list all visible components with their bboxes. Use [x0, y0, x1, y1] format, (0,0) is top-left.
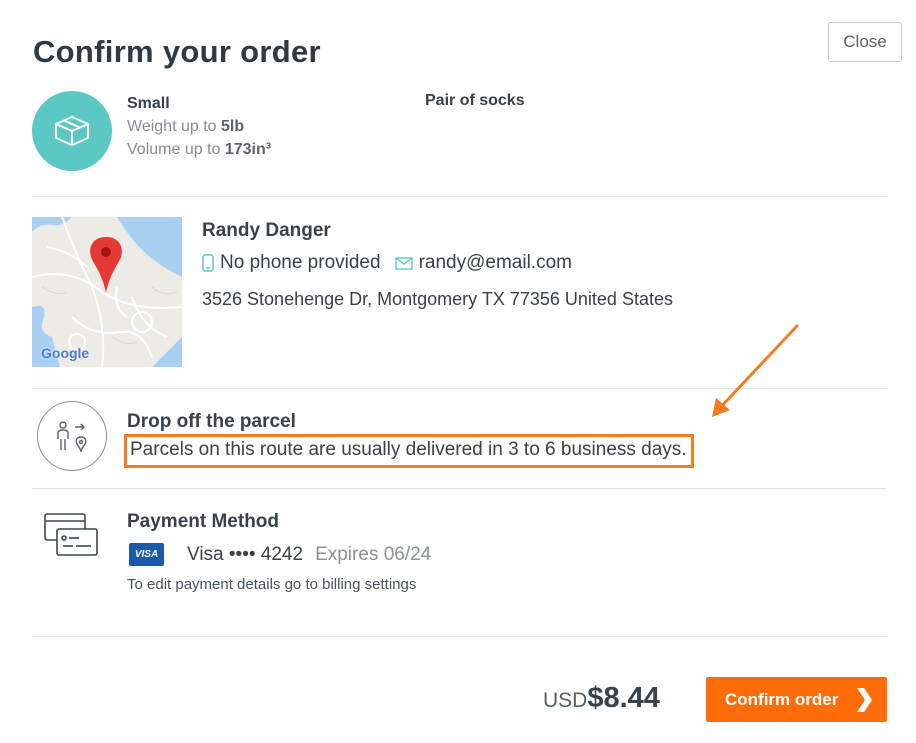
- recipient-contact: No phone provided randy@email.com: [202, 250, 673, 276]
- recipient-name: Randy Danger: [202, 220, 331, 241]
- package-info: Small Weight up to 5lb Volume up to 173i…: [127, 92, 271, 161]
- recipient-phone: No phone provided: [220, 252, 381, 273]
- order-total: USD $8.44: [543, 682, 660, 715]
- map-thumbnail[interactable]: Google: [32, 217, 182, 367]
- divider: [32, 636, 887, 637]
- chevron-right-icon: [857, 688, 872, 712]
- payment-method-title: Payment Method: [127, 511, 280, 532]
- payment-card-row: VISA Visa •••• 4242 Expires 06/24: [129, 543, 431, 566]
- credit-card-icon: [44, 513, 98, 556]
- mail-icon: [394, 256, 413, 270]
- annotation-arrow-icon: [712, 324, 799, 417]
- page-title: Confirm your order: [33, 34, 321, 69]
- delivery-estimate-highlight: Parcels on this route are usually delive…: [124, 434, 694, 468]
- drop-off-icon: [57, 421, 87, 453]
- box-icon: [55, 116, 89, 146]
- package-size: Small: [127, 95, 170, 112]
- card-expiry: Expires 06/24: [315, 543, 432, 565]
- package-icon-circle: [32, 91, 112, 171]
- recipient-email: randy@email.com: [418, 252, 572, 273]
- total-amount: $8.44: [587, 682, 660, 714]
- billing-note: To edit payment details go to billing se…: [127, 576, 417, 593]
- drop-off-title: Drop off the parcel: [127, 411, 296, 432]
- phone-icon: [202, 254, 214, 272]
- package-item-name: Pair of socks: [425, 92, 525, 109]
- currency-code: USD: [543, 689, 588, 712]
- package-volume: Volume up to 173in³: [127, 141, 272, 158]
- drop-off-icon-circle: [37, 401, 107, 471]
- divider: [32, 488, 887, 489]
- confirm-order-button[interactable]: Confirm order: [706, 677, 887, 722]
- card-number: Visa •••• 4242: [187, 543, 304, 565]
- package-weight: Weight up to 5lb: [127, 118, 245, 135]
- recipient-details: Randy Danger No phone provided randy@ema…: [202, 218, 673, 312]
- close-button[interactable]: Close: [828, 22, 902, 62]
- visa-logo-icon: VISA: [129, 543, 164, 566]
- recipient-address: 3526 Stonehenge Dr, Montgomery TX 77356 …: [202, 289, 673, 309]
- divider: [32, 196, 887, 197]
- confirm-order-label: Confirm order: [725, 689, 839, 709]
- map-attribution: Google: [41, 345, 90, 361]
